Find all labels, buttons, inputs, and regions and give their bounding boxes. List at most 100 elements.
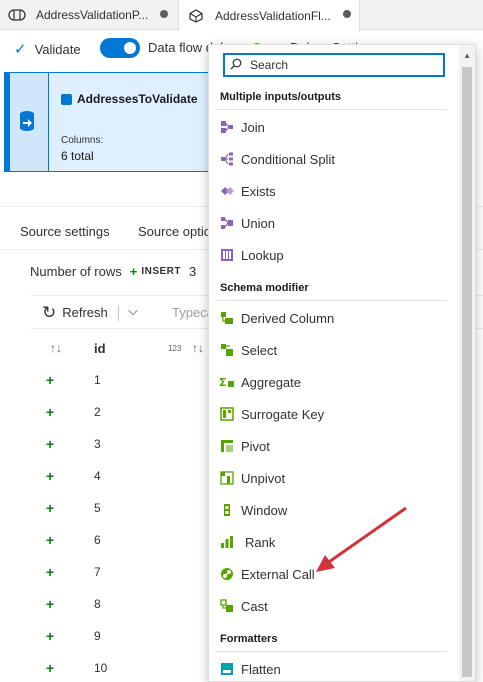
menu-item-pivot[interactable]: Pivot	[209, 431, 459, 461]
source-icon	[18, 110, 36, 135]
insert-plus-icon: +	[46, 500, 55, 516]
menu-item-unpivot[interactable]: Unpivot	[209, 463, 459, 493]
cell-id: 3	[94, 437, 101, 451]
menu-item-aggregate[interactable]: Σ Aggregate	[209, 367, 459, 397]
insert-label: INSERT	[141, 266, 182, 277]
cell-id: 9	[94, 629, 101, 643]
data-flow-debug-toggle[interactable]	[100, 38, 140, 58]
flatten-icon	[219, 661, 235, 677]
search-field[interactable]	[223, 53, 445, 77]
search-icon	[230, 58, 246, 73]
refresh-icon: ↻	[42, 303, 57, 322]
transform-dropdown: Multiple inputs/outputs Join Conditional…	[208, 44, 476, 682]
column-type-badge: 123	[168, 344, 182, 353]
menu-item-conditional-split[interactable]: Conditional Split	[209, 144, 459, 174]
section-divider	[215, 651, 447, 652]
menu-item-surrogate-key[interactable]: Surrogate Key	[209, 399, 459, 429]
menu-item-label: Union	[241, 215, 275, 231]
menu-item-lookup[interactable]: Lookup	[209, 240, 459, 270]
cell-id: 7	[94, 565, 101, 579]
section-divider	[215, 300, 447, 301]
menu-item-label: Derived Column	[241, 310, 335, 326]
surrogate-key-icon	[219, 406, 235, 422]
lookup-icon	[219, 247, 235, 263]
pipeline-icon	[8, 8, 26, 22]
menu-item-label: Pivot	[241, 438, 270, 454]
rank-icon	[219, 534, 235, 550]
rows-value: 3	[189, 264, 197, 279]
columns-label: Columns:	[61, 135, 104, 146]
menu-item-derived-column[interactable]: Derived Column	[209, 303, 459, 333]
menu-item-label: Join	[241, 119, 265, 135]
window-icon	[219, 502, 235, 518]
menu-item-label: Conditional Split	[241, 151, 335, 167]
source-node-title-text: AddressesToValidate	[77, 92, 198, 106]
column-header-id[interactable]: id	[94, 341, 106, 356]
tab-source-settings[interactable]: Source settings	[20, 224, 110, 239]
menu-item-join[interactable]: Join	[209, 112, 459, 142]
sort-icon[interactable]: ↑↓	[50, 341, 62, 355]
validate-button[interactable]: ✓ Validate	[14, 40, 81, 58]
insert-plus-icon: +	[46, 436, 55, 452]
menu-item-rank[interactable]: Rank	[209, 527, 459, 557]
insert-plus-icon: +	[46, 564, 55, 580]
rows-label: Number of rows	[30, 264, 122, 279]
menu-item-label: Select	[241, 342, 278, 358]
search-input[interactable]	[250, 58, 440, 72]
unsaved-dot-icon	[160, 10, 168, 18]
checkmark-icon: ✓	[14, 41, 27, 58]
union-icon	[219, 215, 235, 231]
insert-plus-icon: +	[46, 468, 55, 484]
unsaved-dot-icon	[343, 10, 351, 18]
menu-item-label: Rank	[245, 534, 276, 550]
menu-item-label: Unpivot	[241, 470, 286, 486]
section-divider	[215, 109, 447, 110]
insert-plus-icon: +	[46, 532, 55, 548]
select-icon	[219, 342, 235, 358]
cell-id: 2	[94, 405, 101, 419]
toolbar-divider	[118, 305, 119, 321]
menu-item-window[interactable]: Window	[209, 495, 459, 525]
rows-summary: Number of rows + INSERT 3	[30, 264, 196, 279]
cell-id: 10	[94, 661, 108, 675]
source-node-icon-area	[5, 73, 49, 171]
menu-item-label: Exists	[241, 183, 276, 199]
sort-icon[interactable]: ↑↓	[192, 341, 204, 355]
menu-item-label: Aggregate	[241, 374, 301, 390]
tab-dataflow[interactable]: AddressValidationFl...	[178, 0, 360, 31]
menu-item-flatten[interactable]: Flatten	[209, 654, 459, 681]
insert-plus-icon: +	[46, 596, 55, 612]
tab-dataflow-label: AddressValidationFl...	[215, 8, 331, 23]
menu-item-exists[interactable]: Exists	[209, 176, 459, 206]
cell-id: 8	[94, 597, 101, 611]
aggregate-icon: Σ	[219, 374, 235, 390]
chevron-down-icon[interactable]: ⌵	[128, 303, 138, 319]
menu-item-union[interactable]: Union	[209, 208, 459, 238]
source-node[interactable]: AddressesToValidate Columns: 6 total	[4, 72, 219, 172]
menu-item-external-call[interactable]: External Call	[209, 559, 459, 589]
dataflow-icon	[187, 8, 205, 23]
scroll-up-icon[interactable]: ▲	[463, 51, 471, 60]
derived-column-icon	[219, 310, 235, 326]
node-selected-stripe	[5, 73, 10, 171]
join-icon	[219, 119, 235, 135]
refresh-button[interactable]: ↻ Refresh	[42, 304, 108, 321]
columns-value: 6 total	[61, 149, 94, 163]
insert-plus-icon: +	[129, 264, 138, 279]
tab-pipeline-label: AddressValidationP...	[36, 8, 149, 22]
validate-label: Validate	[34, 41, 81, 57]
menu-item-label: Window	[241, 502, 288, 518]
menu-item-select[interactable]: Select	[209, 335, 459, 365]
section-schema-modifier: Schema modifier	[220, 282, 309, 294]
menu-item-cast[interactable]: Cast	[209, 591, 459, 621]
scrollbar-thumb[interactable]	[462, 67, 472, 677]
cell-id: 5	[94, 501, 101, 515]
dropdown-scrollbar[interactable]: ▲	[459, 45, 475, 681]
unpivot-icon	[219, 470, 235, 486]
menu-item-label: Cast	[241, 598, 268, 614]
tab-pipeline[interactable]: AddressValidationP...	[0, 0, 178, 30]
insert-plus-icon: +	[46, 404, 55, 420]
cell-id: 4	[94, 469, 101, 483]
exists-icon	[219, 183, 235, 199]
source-node-title: AddressesToValidate	[61, 92, 198, 106]
